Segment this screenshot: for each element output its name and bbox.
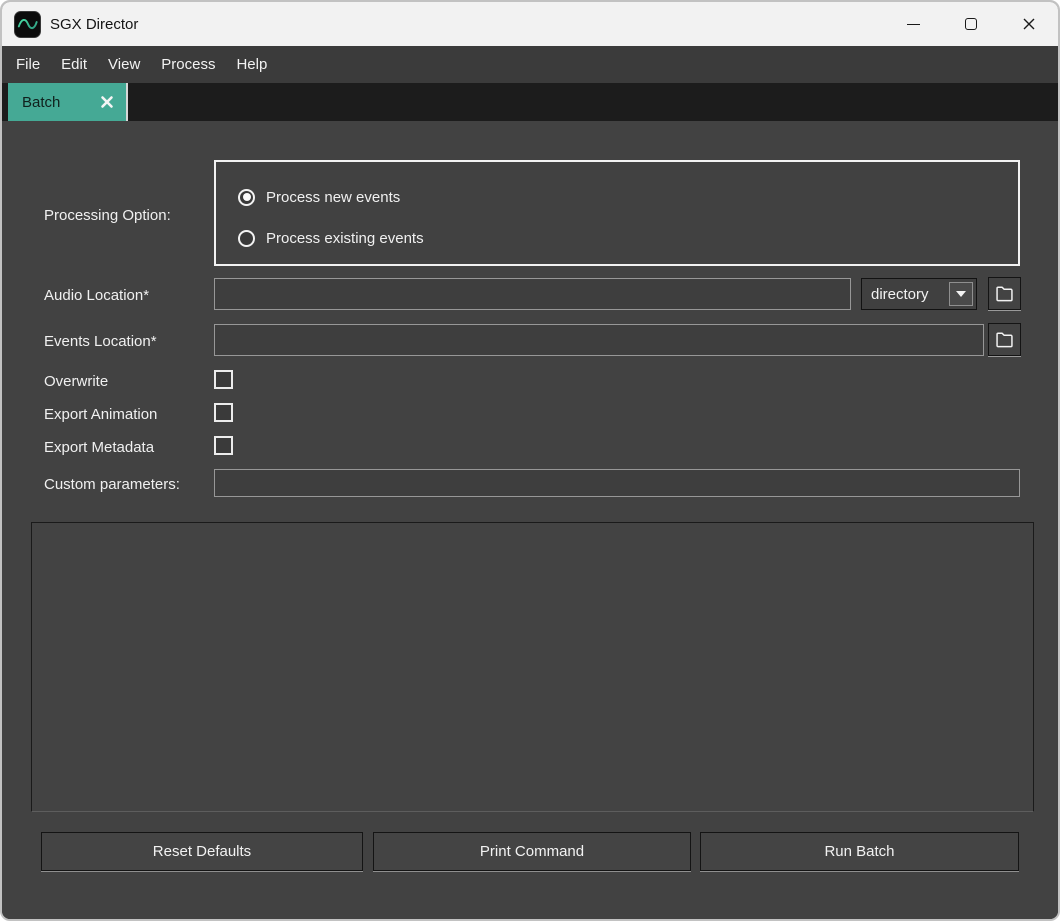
minimize-button[interactable] [884, 2, 942, 46]
custom-parameters-label: Custom parameters: [44, 474, 180, 496]
screen: SGX Director File Edit View [0, 0, 1060, 921]
menu-item-view[interactable]: View [108, 56, 140, 73]
chevron-down-icon [956, 291, 966, 297]
export-metadata-label: Export Metadata [44, 437, 154, 459]
window-controls [884, 2, 1058, 46]
browse-events-button[interactable] [988, 323, 1021, 356]
export-animation-label: Export Animation [44, 404, 157, 426]
tab-separator [126, 83, 128, 121]
menubar: File Edit View Process Help [2, 46, 1058, 83]
log-output[interactable] [31, 522, 1034, 812]
select-dropdown-button[interactable] [949, 282, 973, 306]
overwrite-label: Overwrite [44, 371, 108, 393]
app-window: SGX Director File Edit View [0, 0, 1060, 921]
location-type-value: directory [862, 286, 949, 303]
radio-icon[interactable] [238, 189, 255, 206]
export-animation-checkbox[interactable] [214, 403, 233, 422]
menu-item-process[interactable]: Process [161, 56, 215, 73]
location-type-select[interactable]: directory [861, 278, 977, 310]
radio-process-new-events[interactable]: Process new events [238, 186, 400, 208]
app-logo-icon [14, 11, 41, 38]
processing-option-label: Processing Option: [44, 205, 171, 227]
custom-parameters-input[interactable] [214, 469, 1020, 497]
radio-label: Process new events [266, 189, 400, 206]
events-location-label: Events Location* [44, 331, 157, 353]
run-batch-button[interactable]: Run Batch [700, 832, 1019, 871]
audio-location-input[interactable] [214, 278, 851, 310]
titlebar: SGX Director [2, 2, 1058, 46]
radio-label: Process existing events [266, 230, 424, 247]
radio-icon[interactable] [238, 230, 255, 247]
reset-defaults-button[interactable]: Reset Defaults [41, 832, 363, 871]
folder-icon [994, 283, 1015, 304]
tab-close-icon[interactable] [100, 95, 114, 109]
events-location-input[interactable] [214, 324, 984, 356]
print-command-button[interactable]: Print Command [373, 832, 691, 871]
close-button[interactable] [1000, 2, 1058, 46]
window-title: SGX Director [50, 16, 138, 33]
menu-item-edit[interactable]: Edit [61, 56, 87, 73]
menu-item-file[interactable]: File [16, 56, 40, 73]
audio-location-label: Audio Location* [44, 285, 149, 307]
browse-audio-button[interactable] [988, 277, 1021, 310]
tab-batch[interactable]: Batch [8, 83, 126, 121]
processing-option-group: Process new events Process existing even… [214, 160, 1020, 266]
tab-bar: Batch [2, 83, 1058, 121]
folder-icon [994, 329, 1015, 350]
minimize-icon [907, 24, 920, 25]
menu-item-help[interactable]: Help [236, 56, 267, 73]
maximize-icon [965, 18, 977, 30]
close-icon [1022, 17, 1036, 31]
overwrite-checkbox[interactable] [214, 370, 233, 389]
export-metadata-checkbox[interactable] [214, 436, 233, 455]
batch-panel: Processing Option: Process new events Pr… [2, 121, 1058, 919]
tab-label: Batch [22, 94, 84, 111]
maximize-button[interactable] [942, 2, 1000, 46]
radio-process-existing-events[interactable]: Process existing events [238, 227, 424, 249]
